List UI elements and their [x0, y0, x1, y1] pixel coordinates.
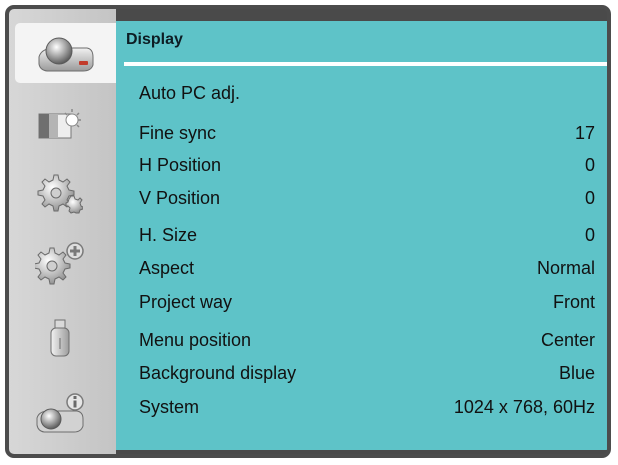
menu-item-label: Menu position [139, 330, 252, 350]
menu-item-value: Center [540, 330, 595, 350]
menu-item-value: 0 [584, 155, 595, 175]
menu-content-panel: Display Auto PC adj. Fine sync 17 H Posi… [116, 21, 607, 450]
picture-adjust-icon [36, 108, 84, 142]
menu-item-value: 17 [574, 123, 595, 143]
menu-item-aspect[interactable]: Aspect Normal [116, 254, 607, 284]
tab-picture-adjust[interactable] [19, 105, 101, 145]
usb-drive-icon [46, 318, 74, 360]
menu-item-label: Project way [139, 292, 233, 312]
menu-title-bar: Display [116, 21, 607, 66]
tab-expanded-setting[interactable] [19, 242, 101, 286]
menu-item-h-size[interactable]: H. Size 0 [116, 221, 607, 251]
menu-item-label: Aspect [139, 258, 195, 278]
tab-display[interactable] [15, 23, 116, 83]
menu-item-auto-pc-adj[interactable]: Auto PC adj. [116, 79, 607, 109]
menu-item-system[interactable]: System 1024 x 768, 60Hz [116, 393, 607, 423]
menu-item-label: System [139, 397, 200, 417]
menu-item-label: H. Size [139, 225, 198, 245]
menu-item-background-display[interactable]: Background display Blue [116, 359, 607, 389]
menu-item-value: 1024 x 768, 60Hz [453, 397, 595, 417]
gears-icon [37, 172, 83, 214]
tab-information[interactable] [19, 392, 101, 436]
menu-item-label: H Position [139, 155, 222, 175]
gears-plus-icon [35, 242, 85, 286]
menu-item-label: V Position [139, 188, 221, 208]
menu-item-value: 0 [584, 225, 595, 245]
tab-memory-viewer[interactable] [19, 319, 101, 359]
menu-item-value: 0 [584, 188, 595, 208]
menu-item-fine-sync[interactable]: Fine sync 17 [116, 119, 607, 149]
menu-item-v-position[interactable]: V Position 0 [116, 184, 607, 214]
osd-menu-window: Display Auto PC adj. Fine sync 17 H Posi… [5, 5, 611, 458]
title-divider [124, 62, 607, 66]
menu-sidebar [9, 9, 116, 454]
projector-info-icon [33, 392, 87, 436]
menu-item-value: Normal [536, 258, 595, 278]
menu-item-value: Front [552, 292, 595, 312]
page-title: Display [126, 31, 183, 48]
menu-item-menu-position[interactable]: Menu position Center [116, 326, 607, 356]
menu-item-label: Background display [139, 363, 297, 383]
menu-item-project-way[interactable]: Project way Front [116, 288, 607, 318]
menu-item-label: Auto PC adj. [139, 83, 241, 103]
projector-icon [35, 31, 97, 75]
menu-item-h-position[interactable]: H Position 0 [116, 151, 607, 181]
tab-setting[interactable] [19, 172, 101, 214]
menu-item-value: Blue [558, 363, 595, 383]
menu-item-label: Fine sync [139, 123, 217, 143]
